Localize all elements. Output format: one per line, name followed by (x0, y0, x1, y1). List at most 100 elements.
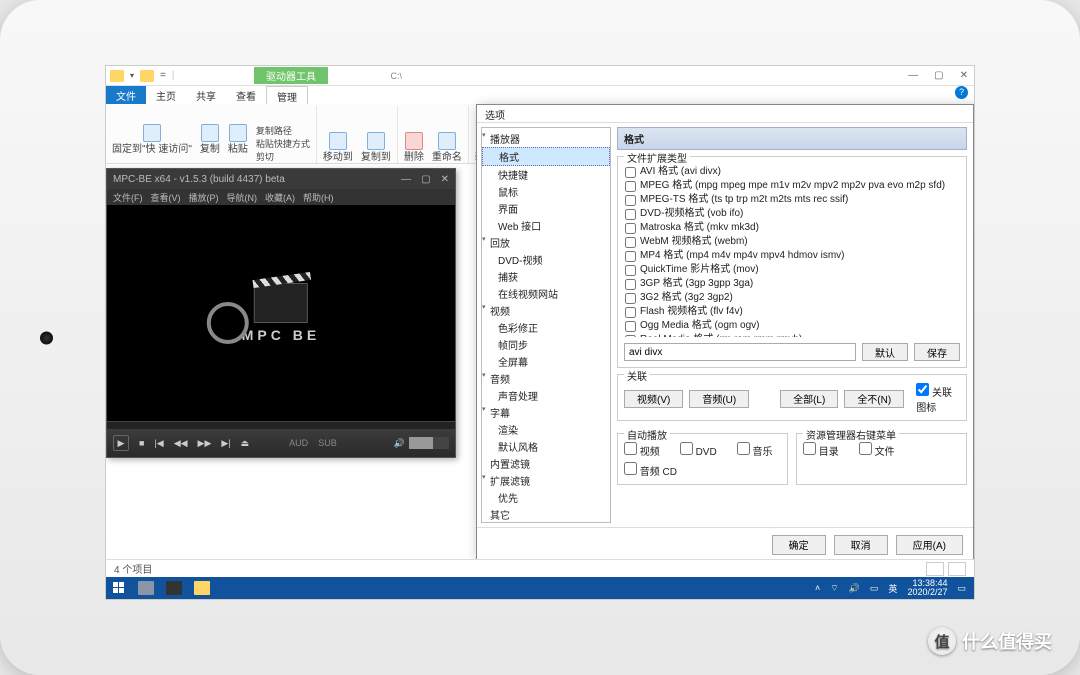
ext-input[interactable] (624, 343, 856, 361)
format-row[interactable]: Matroska 格式 (mkv mk3d) (624, 221, 960, 235)
tree-misc[interactable]: 其它 (482, 506, 610, 523)
default-button[interactable]: 默认 (862, 343, 908, 361)
view-details-button[interactable] (926, 562, 944, 576)
tree-dvd[interactable]: DVD-视频 (482, 251, 610, 268)
seek-bar[interactable] (107, 421, 455, 429)
cancel-button[interactable]: 取消 (834, 535, 888, 555)
save-button[interactable]: 保存 (914, 343, 960, 361)
mpc-menu-view[interactable]: 查看(V) (151, 191, 181, 204)
autoplay-video[interactable] (624, 442, 637, 455)
tree-audioproc[interactable]: 声音处理 (482, 387, 610, 404)
taskbar-app-mpc[interactable] (160, 577, 188, 599)
ctxmenu-dir[interactable] (803, 442, 816, 455)
copy-button[interactable]: 复制 (200, 124, 220, 163)
tray-ime[interactable]: 英 (888, 582, 897, 595)
forward-button[interactable]: ▶▶ (198, 438, 212, 449)
tray-volume-icon[interactable]: 🔊 (849, 583, 860, 594)
format-checkbox[interactable] (625, 237, 636, 248)
pasteshortcut-button[interactable]: 粘贴快捷方式 (256, 137, 310, 150)
tree-defstyle[interactable]: 默认风格 (482, 438, 610, 455)
assoc-video-button[interactable]: 视频(V) (624, 390, 683, 408)
autoplay-dvd[interactable] (680, 442, 693, 455)
autoplay-audiocd[interactable] (624, 462, 637, 475)
rewind-button[interactable]: ◀◀ (174, 438, 188, 449)
format-checkbox[interactable] (625, 167, 636, 178)
format-checkbox[interactable] (625, 195, 636, 206)
eject-button[interactable]: ⏏ (241, 438, 250, 449)
ctxmenu-file[interactable] (859, 442, 872, 455)
assoc-none-button[interactable]: 全不(N) (844, 390, 904, 408)
qat-dropdown-icon[interactable]: ▾ (130, 71, 134, 80)
apply-button[interactable]: 应用(A) (896, 535, 963, 555)
mpc-menu-help[interactable]: 帮助(H) (303, 191, 334, 204)
copypath-button[interactable]: 复制路径 (256, 124, 310, 137)
tree-priority[interactable]: 优先 (482, 489, 610, 506)
options-tree[interactable]: 播放器 格式 快捷键 鼠标 界面 Web 接口 回放 DVD-视频 捕获 在线视… (481, 127, 611, 523)
tree-mouse[interactable]: 鼠标 (482, 183, 610, 200)
tree-hotkeys[interactable]: 快捷键 (482, 166, 610, 183)
taskbar-clock[interactable]: 13:38:44 2020/2/27 (907, 579, 947, 597)
format-checkbox[interactable] (625, 279, 636, 290)
format-row[interactable]: 3G2 格式 (3g2 3gp2) (624, 291, 960, 305)
mpc-minimize[interactable]: — (401, 174, 411, 185)
format-checkbox[interactable] (625, 223, 636, 234)
format-row[interactable]: Flash 视频格式 (flv f4v) (624, 305, 960, 319)
format-row[interactable]: AVI 格式 (avi divx) (624, 165, 960, 179)
tree-playback[interactable]: 回放 (482, 234, 610, 251)
video-area[interactable]: MPC BE (107, 205, 455, 421)
cut-button[interactable]: 剪切 (256, 150, 310, 163)
tree-video[interactable]: 视频 (482, 302, 610, 319)
tray-notifications-icon[interactable]: ▭ (957, 583, 966, 594)
tray-battery-icon[interactable]: ▭ (870, 583, 879, 594)
format-list[interactable]: AVI 格式 (avi divx)MPEG 格式 (mpg mpeg mpe m… (624, 165, 960, 337)
format-row[interactable]: DVD-视频格式 (vob ifo) (624, 207, 960, 221)
mpc-menu-nav[interactable]: 导航(N) (227, 191, 258, 204)
format-checkbox[interactable] (625, 209, 636, 220)
maximize-button[interactable]: ▢ (934, 70, 943, 81)
tree-render[interactable]: 渲染 (482, 421, 610, 438)
tree-extflt[interactable]: 扩展滤镜 (482, 472, 610, 489)
format-checkbox[interactable] (625, 251, 636, 262)
tree-player[interactable]: 播放器 (482, 130, 610, 147)
close-button[interactable]: ✕ (960, 70, 968, 81)
moveto-button[interactable]: 移动到 (323, 132, 353, 163)
stop-button[interactable]: ■ (139, 438, 144, 448)
tree-colorcorr[interactable]: 色彩修正 (482, 319, 610, 336)
help-icon[interactable]: ? (955, 86, 968, 99)
tab-manage[interactable]: 管理 (266, 86, 308, 104)
tree-framesync[interactable]: 帧同步 (482, 336, 610, 353)
tree-webif[interactable]: Web 接口 (482, 217, 610, 234)
tree-online[interactable]: 在线视频网站 (482, 285, 610, 302)
start-button[interactable] (106, 577, 132, 599)
ok-button[interactable]: 确定 (772, 535, 826, 555)
format-checkbox[interactable] (625, 335, 636, 338)
format-checkbox[interactable] (625, 321, 636, 332)
tab-view[interactable]: 查看 (226, 86, 266, 104)
autoplay-music[interactable] (737, 442, 750, 455)
prev-button[interactable]: |◀ (154, 438, 163, 449)
tree-audio[interactable]: 音频 (482, 370, 610, 387)
format-row[interactable]: MPEG-TS 格式 (ts tp trp m2t m2ts mts rec s… (624, 193, 960, 207)
format-checkbox[interactable] (625, 293, 636, 304)
mpc-close[interactable]: ✕ (441, 174, 449, 185)
format-checkbox[interactable] (625, 307, 636, 318)
copyto-button[interactable]: 复制到 (361, 132, 391, 163)
assoc-all-button[interactable]: 全部(L) (780, 390, 838, 408)
tab-file[interactable]: 文件 (106, 86, 146, 104)
tray-wifi-icon[interactable]: ⌔ (830, 583, 838, 594)
tab-share[interactable]: 共享 (186, 86, 226, 104)
delete-button[interactable]: 删除 (404, 132, 424, 163)
format-row[interactable]: Real Media 格式 (rm ram rmm rmvb) (624, 333, 960, 337)
view-icons-button[interactable] (948, 562, 966, 576)
play-button[interactable]: ▶ (113, 435, 129, 451)
paste-button[interactable]: 粘贴 (228, 124, 248, 163)
format-row[interactable]: Ogg Media 格式 (ogm ogv) (624, 319, 960, 333)
aud-label[interactable]: AUD (289, 438, 308, 448)
format-row[interactable]: MP4 格式 (mp4 m4v mp4v mpv4 hdmov ismv) (624, 249, 960, 263)
tree-subtitle[interactable]: 字幕 (482, 404, 610, 421)
format-row[interactable]: WebM 视频格式 (webm) (624, 235, 960, 249)
mpc-menu-fav[interactable]: 收藏(A) (265, 191, 295, 204)
assoc-icons-checkbox[interactable] (916, 383, 929, 396)
format-row[interactable]: QuickTime 影片格式 (mov) (624, 263, 960, 277)
pin-button[interactable]: 固定到"快 速访问" (112, 124, 192, 163)
